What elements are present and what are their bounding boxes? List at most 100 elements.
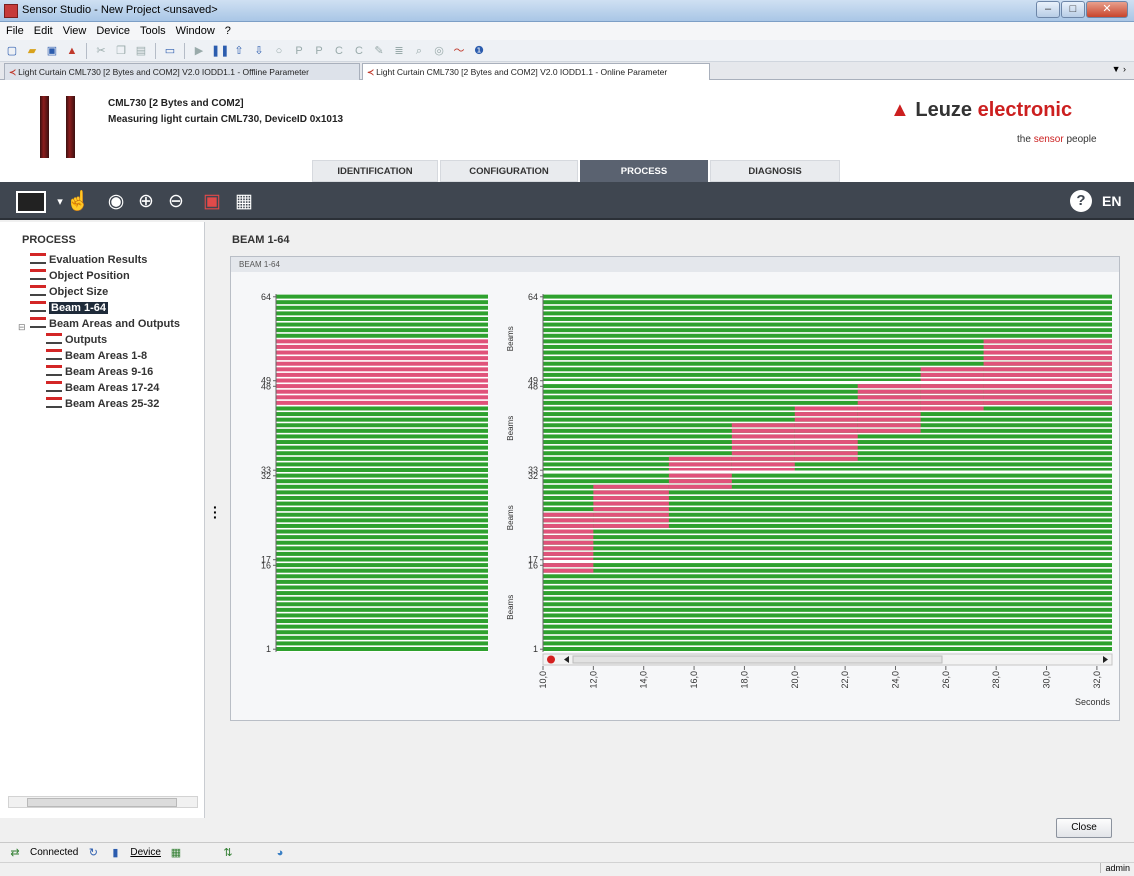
tab-configuration[interactable]: CONFIGURATION bbox=[440, 160, 578, 182]
menu-view[interactable]: View bbox=[63, 25, 87, 37]
tab-diagnosis[interactable]: DIAGNOSIS bbox=[710, 160, 840, 182]
tree-item-beam-areas-9-16[interactable]: Beam Areas 9-16 bbox=[46, 365, 153, 378]
new-project-icon[interactable]: ▢ bbox=[4, 43, 20, 59]
record-icon[interactable]: ◉ bbox=[104, 190, 128, 214]
monitor-icon[interactable] bbox=[16, 191, 46, 213]
blocked-beam-segment bbox=[920, 372, 984, 377]
save-icon[interactable]: ▣ bbox=[44, 43, 60, 59]
blocked-beam-segment bbox=[983, 389, 1112, 394]
minimize-button[interactable]: – bbox=[1036, 1, 1060, 18]
upload-icon[interactable]: ⇧ bbox=[231, 43, 247, 59]
tree-item-object-size[interactable]: Object Size bbox=[30, 285, 108, 298]
beam-bar bbox=[543, 613, 1112, 618]
beam-bar bbox=[543, 305, 1112, 310]
tree-item-label: Beam Areas 9-16 bbox=[65, 366, 154, 378]
tree-horizontal-scrollbar[interactable] bbox=[8, 796, 198, 808]
page-icon bbox=[46, 333, 62, 344]
content-title: BEAM 1-64 bbox=[232, 234, 290, 246]
param-p2-icon[interactable]: P bbox=[311, 43, 327, 59]
menu-device[interactable]: Device bbox=[96, 25, 130, 37]
hand-icon[interactable]: ☝ bbox=[66, 190, 90, 214]
x-tick-label: 14,0 bbox=[639, 671, 649, 689]
blocked-beam-segment bbox=[983, 367, 1112, 372]
y-axis-label: Beams bbox=[506, 505, 515, 530]
menu-tools[interactable]: Tools bbox=[140, 25, 166, 37]
menu-file[interactable]: File bbox=[6, 25, 24, 37]
param-c2-icon[interactable]: C bbox=[351, 43, 367, 59]
page-icon bbox=[30, 253, 46, 264]
network-icon[interactable]: ▦ bbox=[169, 847, 183, 859]
view-dropdown-icon[interactable]: ▭ bbox=[162, 43, 178, 59]
param-c-icon[interactable]: C bbox=[331, 43, 347, 59]
print-icon[interactable]: ▲ bbox=[64, 43, 80, 59]
paste-icon[interactable]: ▤ bbox=[133, 43, 149, 59]
refresh-icon[interactable]: ↻ bbox=[86, 847, 100, 859]
page-icon bbox=[30, 301, 46, 312]
tree-item-beam-areas-and-outputs[interactable]: Beam Areas and Outputs bbox=[30, 317, 180, 330]
beam-bar bbox=[276, 322, 488, 327]
beam-bar bbox=[276, 579, 488, 584]
beam-bar bbox=[276, 361, 488, 366]
open-folder-icon[interactable]: ▰ bbox=[24, 43, 40, 59]
doc-tab-online[interactable]: ≺ Light Curtain CML730 [2 Bytes and COM2]… bbox=[362, 63, 710, 80]
info-icon[interactable]: ❶ bbox=[471, 43, 487, 59]
x-tick-label: 18,0 bbox=[739, 671, 749, 689]
tree-item-outputs[interactable]: Outputs bbox=[46, 333, 107, 346]
tree-item-object-position[interactable]: Object Position bbox=[30, 269, 130, 282]
blocked-beam-segment bbox=[543, 540, 594, 545]
blocked-beam-segment bbox=[920, 395, 984, 400]
tree-item-beam-areas-17-24[interactable]: Beam Areas 17-24 bbox=[46, 381, 159, 394]
x-tick-label: 12,0 bbox=[588, 671, 598, 689]
grid-icon[interactable]: ▦ bbox=[232, 190, 256, 214]
monitor-icon[interactable]: ◎ bbox=[431, 43, 447, 59]
tree-item-beam-areas-25-32[interactable]: Beam Areas 25-32 bbox=[46, 397, 159, 410]
tab-identification[interactable]: IDENTIFICATION bbox=[312, 160, 438, 182]
y-axis-label: Beams bbox=[506, 326, 515, 351]
blocked-beam-segment bbox=[543, 563, 594, 568]
tree-item-beam-areas-1-8[interactable]: Beam Areas 1-8 bbox=[46, 349, 147, 362]
tree-item-beam-1-64[interactable]: Beam 1-64 bbox=[30, 301, 109, 314]
tree-item-label: Evaluation Results bbox=[49, 254, 148, 266]
doc-tab-offline[interactable]: ≺ Light Curtain CML730 [2 Bytes and COM2]… bbox=[4, 63, 360, 80]
copy-icon[interactable]: ❐ bbox=[113, 43, 129, 59]
param-p-icon[interactable]: P bbox=[291, 43, 307, 59]
tab-list-dropdown-icon[interactable]: ▼ › bbox=[1112, 64, 1126, 74]
save-icon[interactable]: ▣ bbox=[200, 190, 224, 214]
blocked-beam-segment bbox=[857, 423, 921, 428]
blocked-beam-segment bbox=[731, 423, 795, 428]
play-icon[interactable]: ▶ bbox=[191, 43, 207, 59]
refresh-icon[interactable]: ○ bbox=[271, 43, 287, 59]
pause-icon[interactable]: ❚❚ bbox=[211, 43, 229, 59]
language-selector[interactable]: EN bbox=[1102, 193, 1121, 209]
panel-splitter[interactable]: · · · bbox=[213, 500, 218, 524]
status-device[interactable]: Device bbox=[130, 847, 161, 858]
zoom-out-icon[interactable]: ⊖ bbox=[164, 190, 188, 214]
y-tick-label: 48 bbox=[261, 381, 271, 391]
search-icon[interactable]: ⌕ bbox=[411, 43, 427, 59]
maximize-button[interactable]: □ bbox=[1061, 1, 1085, 18]
tab-process[interactable]: PROCESS bbox=[580, 160, 708, 182]
beam-bar bbox=[276, 507, 488, 512]
menu-help[interactable]: ? bbox=[225, 25, 231, 37]
status-bar: ⇄ Connected ↻ ▮ Device ▦ ⇅ ◕ bbox=[0, 842, 1134, 862]
wrench-icon[interactable]: ✎ bbox=[371, 43, 387, 59]
menu-edit[interactable]: Edit bbox=[34, 25, 53, 37]
close-window-button[interactable]: ✕ bbox=[1086, 1, 1128, 18]
menu-window[interactable]: Window bbox=[176, 25, 215, 37]
globe-icon[interactable]: ◕ bbox=[273, 847, 287, 859]
list-icon[interactable]: ≣ bbox=[391, 43, 407, 59]
transfer-icon[interactable]: ⇅ bbox=[221, 847, 235, 859]
zoom-in-icon[interactable]: ⊕ bbox=[134, 190, 158, 214]
blocked-beam-segment bbox=[794, 434, 858, 439]
cut-icon[interactable]: ✂ bbox=[93, 43, 109, 59]
page-icon bbox=[46, 349, 62, 360]
collapse-icon[interactable]: ⊟ bbox=[18, 322, 26, 333]
help-icon[interactable]: ? bbox=[1070, 190, 1092, 212]
scrollbar-thumb[interactable] bbox=[27, 798, 177, 807]
close-button[interactable]: Close bbox=[1056, 818, 1112, 838]
tree-item-evaluation-results[interactable]: Evaluation Results bbox=[30, 253, 147, 266]
beam-bar bbox=[276, 546, 488, 551]
trend-icon[interactable]: 〜 bbox=[451, 43, 467, 59]
tagline-pre: the bbox=[1017, 134, 1031, 145]
download-icon[interactable]: ⇩ bbox=[251, 43, 267, 59]
